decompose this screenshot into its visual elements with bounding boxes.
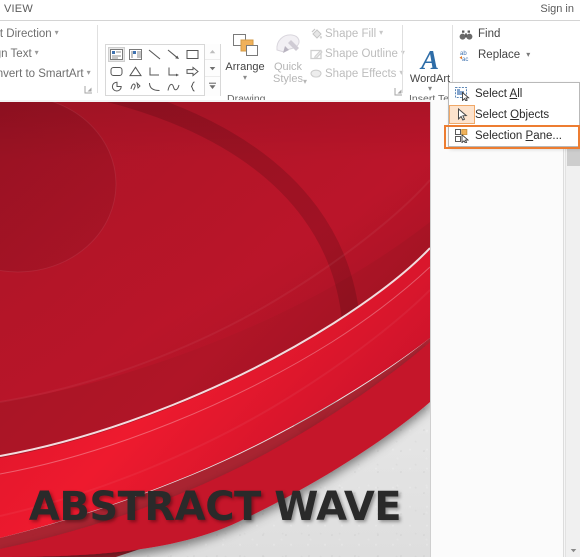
select-objects-cursor-icon (449, 105, 475, 124)
shapes-gallery-scrollbar[interactable] (204, 44, 220, 96)
shape-effects-label: Shape Effects (325, 68, 397, 80)
shape-left-brace[interactable] (184, 79, 201, 94)
shape-fill-button[interactable]: Shape Fill ▾ (310, 28, 383, 43)
chevron-down-icon: ▾ (242, 73, 247, 82)
convert-to-smartart-button[interactable]: Convert to SmartArt▾ (0, 68, 91, 80)
scroll-up-icon[interactable] (205, 44, 220, 60)
arrange-button[interactable]: Arrange ▾ (224, 29, 266, 82)
shape-text-box[interactable] (108, 47, 125, 62)
slide-title[interactable]: ABSTRACT WAVE (0, 484, 430, 530)
scroll-down-icon[interactable] (567, 543, 580, 557)
find-button[interactable]: Find (459, 26, 500, 43)
more-shapes-icon[interactable] (205, 78, 220, 94)
arrange-label: Arrange (225, 61, 265, 73)
select-all-icon (449, 83, 475, 104)
shape-rectangle[interactable] (184, 47, 201, 62)
shape-pie[interactable] (108, 79, 125, 94)
shape-fill-label: Shape Fill (325, 28, 377, 40)
sign-in-link[interactable]: Sign in (540, 3, 574, 15)
shape-elbow-arrow-connector[interactable] (165, 64, 182, 79)
shape-effects-button[interactable]: Shape Effects▾ (310, 68, 403, 83)
chevron-down-icon: ▾ (303, 77, 308, 86)
replace-label: Replace (478, 49, 521, 61)
find-label: Find (478, 28, 501, 40)
shape-rounded-rectangle[interactable] (108, 64, 125, 79)
menu-item-select-objects[interactable]: Select Objects (449, 104, 579, 125)
vertical-scrollbar[interactable] (565, 100, 580, 557)
shape-curve[interactable] (165, 79, 182, 94)
menu-item-selection-pane-label: Selection Pane... (475, 129, 562, 142)
convert-to-smartart-label: Convert to SmartArt (0, 68, 84, 80)
group-separator (97, 25, 98, 93)
menu-item-select-objects-label: Select Objects (475, 108, 550, 121)
group-separator (402, 25, 403, 93)
tab-view[interactable]: VIEW (4, 3, 33, 15)
wordart-button[interactable]: A WordArt ▾ (406, 45, 454, 93)
wordart-icon: A (420, 45, 439, 75)
chevron-down-icon: ▾ (526, 50, 531, 59)
shape-line-arrow[interactable] (165, 47, 182, 62)
menu-item-select-all-label: Select All (475, 87, 523, 100)
replace-button[interactable]: ab ac Replace ▾ (459, 46, 530, 63)
scroll-down-icon[interactable] (205, 61, 220, 77)
text-direction-label: Text Direction (0, 28, 52, 40)
quick-styles-icon (267, 29, 309, 59)
shape-outline-icon (310, 48, 325, 63)
paragraph-dialog-launcher[interactable] (84, 85, 93, 94)
arrange-icon (224, 29, 266, 59)
align-text-button[interactable]: Align Text▾ (0, 48, 39, 60)
slide-canvas[interactable]: ABSTRACT WAVE (0, 102, 431, 557)
ribbon-tab-strip: VIEW Sign in (0, 0, 580, 21)
shape-fill-icon (310, 28, 325, 43)
select-dropdown-menu: Select All Select Objects Selection Pane… (448, 82, 580, 147)
replace-abac-icon: ab ac (459, 49, 478, 68)
shape-vertical-text-box[interactable] (127, 47, 144, 62)
workspace: ABSTRACT WAVE (0, 100, 580, 557)
selection-pane-icon (449, 125, 475, 146)
chevron-down-icon: ▾ (54, 28, 59, 37)
chevron-down-icon: ▾ (34, 48, 39, 57)
quick-styles-label-1: Quick (273, 61, 303, 73)
shape-isosceles-triangle[interactable] (127, 64, 144, 79)
chevron-down-icon: ▾ (379, 28, 384, 37)
chevron-down-icon: ▾ (427, 84, 432, 93)
shape-right-arrow[interactable] (184, 64, 201, 79)
svg-text:ac: ac (462, 57, 468, 62)
text-direction-button[interactable]: Text Direction▾ (0, 28, 59, 40)
menu-item-selection-pane[interactable]: Selection Pane... (449, 125, 579, 146)
powerpoint-window: VIEW Sign in Text Direction▾ Align Text▾… (0, 0, 580, 557)
right-pane (431, 100, 564, 557)
menu-item-select-all[interactable]: Select All (449, 83, 579, 104)
shape-elbow-connector[interactable] (146, 64, 163, 79)
shape-line[interactable] (146, 47, 163, 62)
shape-effects-icon (310, 68, 325, 83)
shape-freeform-scribble[interactable] (127, 79, 144, 94)
shape-arc[interactable] (146, 79, 163, 94)
shape-outline-label: Shape Outline (325, 48, 398, 60)
align-text-label: Align Text (0, 48, 32, 60)
shape-outline-button[interactable]: Shape Outline▾ (310, 48, 405, 63)
chevron-down-icon: ▾ (86, 68, 91, 77)
binoculars-icon (459, 29, 478, 47)
